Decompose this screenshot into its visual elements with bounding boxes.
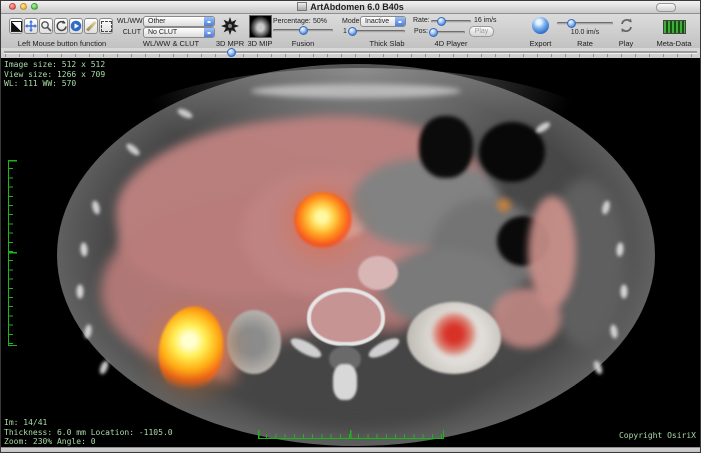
- rate-slider-thumb[interactable]: [567, 19, 576, 28]
- zoom-tool-button[interactable]: [39, 18, 53, 34]
- popup-arrows-icon: [204, 17, 214, 26]
- horizontal-scale-ruler: [258, 430, 444, 439]
- roi-rect-icon: [101, 21, 112, 32]
- metadata-icon: [664, 21, 685, 33]
- player4d-rate-slider[interactable]: [431, 20, 471, 23]
- measure-line-icon: [86, 21, 96, 31]
- anatomy-fascia-line: [251, 84, 461, 98]
- clut-popup[interactable]: No CLUT: [143, 27, 215, 38]
- anatomy-aorta: [358, 256, 398, 290]
- rate-slider[interactable]: [557, 22, 613, 25]
- player4d-play-button[interactable]: Play: [469, 26, 494, 37]
- pan-tool-button[interactable]: [24, 18, 38, 34]
- player4d-rate-thumb[interactable]: [437, 17, 446, 26]
- anatomy-bowel-contrast-2: [491, 288, 561, 348]
- contrast-icon: [11, 21, 22, 32]
- pet-hotspot-center: [294, 192, 352, 248]
- mpr-button[interactable]: [220, 16, 240, 41]
- anatomy-spinous-process: [333, 364, 357, 400]
- image-position-thumb[interactable]: [227, 48, 236, 57]
- export-button[interactable]: [532, 17, 549, 34]
- popup-arrows-icon: [204, 28, 214, 37]
- mip-thumbnail-icon: [250, 16, 271, 37]
- mip-button[interactable]: [249, 15, 272, 38]
- metadata-button[interactable]: [663, 20, 686, 34]
- player4d-label: 4D Player: [421, 39, 481, 48]
- anatomy-air-pocket-1: [419, 116, 473, 178]
- play-button[interactable]: [618, 17, 635, 39]
- window-title: ArtAbdomen 6.0 B40s: [1, 2, 700, 12]
- overlay-top-left: Image size: 512 x 512View size: 1266 x 7…: [4, 60, 105, 89]
- window-proxy-icon: [297, 2, 307, 11]
- thickslab-mode-label: Mode:: [342, 18, 361, 25]
- browse-tool-button[interactable]: [69, 18, 83, 34]
- fusion-slider[interactable]: [273, 29, 333, 32]
- player4d-rate-value: 16 im/s: [474, 17, 497, 24]
- fusion-percentage-value: 50%: [313, 18, 327, 25]
- player4d-pos-label: Pos:: [414, 28, 428, 35]
- toolbar: Left Mouse button function WL/WW Other C…: [1, 14, 700, 49]
- browse-icon: [70, 20, 82, 32]
- thickslab-slider-thumb[interactable]: [348, 27, 357, 36]
- title-bar: ArtAbdomen 6.0 B40s: [1, 1, 700, 14]
- player4d-pos-thumb[interactable]: [429, 28, 438, 37]
- scan-canvas[interactable]: Image size: 512 x 512View size: 1266 x 7…: [1, 58, 700, 447]
- play-label: Play: [606, 39, 646, 48]
- popup-arrows-icon: [395, 17, 405, 26]
- fusion-percentage-label: Percentage:: [273, 18, 311, 25]
- rotate-tool-button[interactable]: [54, 18, 68, 34]
- circular-arrows-icon: [618, 17, 635, 34]
- mouse-function-label: Left Mouse button function: [7, 39, 117, 48]
- app-window: ArtAbdomen 6.0 B40s Left Mouse button fu…: [0, 0, 701, 453]
- rotate-icon: [55, 20, 67, 32]
- thickslab-mode-popup[interactable]: Inactive: [360, 16, 406, 27]
- wlww-popup[interactable]: Other: [143, 16, 215, 27]
- toolbar-toggle-button[interactable]: [656, 3, 676, 12]
- anatomy-vertebral-body: [307, 288, 385, 346]
- thickslab-label: Thick Slab: [357, 39, 417, 48]
- vertical-scale-ruler: [8, 160, 17, 346]
- thickslab-value: 1: [343, 28, 347, 35]
- thickslab-slider[interactable]: [350, 30, 405, 33]
- wlww-label: WL/WW: [117, 18, 141, 25]
- anatomy-rib: [621, 285, 628, 299]
- rate-label: Rate: [557, 39, 613, 48]
- image-position-ticks: [5, 54, 696, 57]
- pan-icon: [25, 20, 37, 32]
- gear-icon: [220, 16, 240, 36]
- roi-tool-button[interactable]: [99, 18, 113, 34]
- player4d-pos-slider[interactable]: [431, 31, 465, 34]
- contrast-tool-button[interactable]: [9, 18, 23, 34]
- magnifier-icon: [40, 20, 52, 32]
- overlay-copyright: Copyright OsiriX: [619, 431, 696, 441]
- player4d-rate-label: Rate:: [413, 17, 430, 24]
- measure-tool-button[interactable]: [84, 18, 98, 34]
- anatomy-rib: [77, 285, 84, 299]
- anatomy-rib: [98, 360, 110, 376]
- wlww-clut-label: WL/WW & CLUT: [121, 39, 221, 48]
- overlay-bottom-left: Im: 14/41Thickness: 6.0 mm Location: -11…: [4, 418, 173, 447]
- metadata-label: Meta-Data: [651, 39, 697, 48]
- rate-value: 10.0 im/s: [557, 29, 613, 36]
- clut-label: CLUT: [117, 29, 141, 36]
- fusion-label: Fusion: [273, 39, 333, 48]
- fusion-slider-thumb[interactable]: [299, 26, 308, 35]
- image-position-track[interactable]: [4, 51, 697, 53]
- window-bottom-edge: [1, 447, 700, 453]
- pet-hotspot-small: [493, 196, 515, 214]
- pet-hotspot-kidney: [431, 312, 477, 356]
